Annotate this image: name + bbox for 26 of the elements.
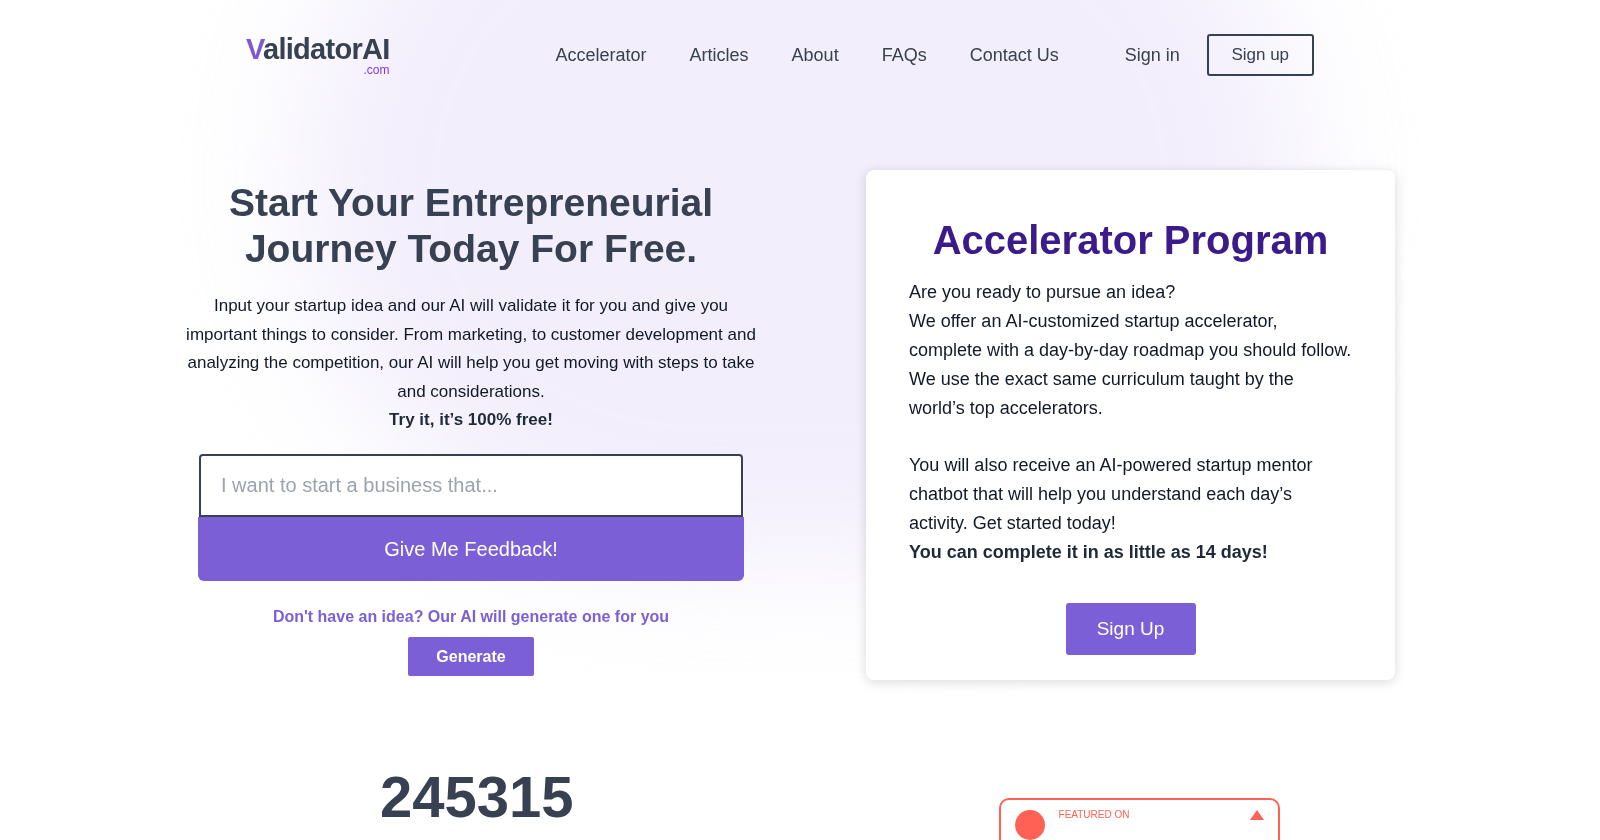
card-title: Accelerator Program [931,220,1330,260]
feedback-button[interactable]: Give Me Feedback! [198,517,744,581]
badge-logo-icon [1014,810,1045,840]
visitor-counter: 245315 [380,768,574,831]
upvote-icon [1249,810,1264,820]
generate-button[interactable]: Generate [408,637,534,676]
card-emphasis: You can complete it in as little as 14 days! [909,541,1269,564]
nav-link[interactable]: Articles [689,41,749,69]
hero-description: Input your startup idea and our AI will validate it for you and give you important things to consider. From marketing, to customer development and analyzing the competition, our AI will help you get moving with steps to take and considerations. [186,295,756,403]
nav-link[interactable]: FAQs [881,41,927,69]
idea-input-field[interactable]: I want to start a business that... [199,454,743,517]
logo-text: ValidatorAI [246,34,390,64]
hero-emphasis: Try it, it’s 100% free! [389,409,553,431]
nav-link[interactable]: Accelerator [555,41,647,69]
hero-title: Start Your Entrepreneurial Journey Today For Free. [228,180,714,272]
card-sign-up-button[interactable]: Sign Up [1065,603,1196,655]
sign-in-link[interactable]: Sign in [1124,41,1180,69]
card-paragraph: You will also receive an AI-powered startup mentor chatbot that will help you understand each day’s activity. Get started today! [909,454,1314,535]
generate-prompt: Don't have an idea? Our AI will generate one for you [272,607,670,627]
sign-up-button[interactable]: Sign up [1206,34,1314,76]
logo[interactable]: ValidatorAI .com [246,34,390,76]
card-paragraph: Are you ready to pursue an idea? We offer an AI-customized startup accelerator, complete with a day-by-day roadmap you should follow. We use the exact same curriculum taught by the world’s top accelerators. [909,281,1352,420]
badge-label: FEATURED ON [1058,810,1130,820]
logo-suffix: .com [363,63,390,76]
nav-link[interactable]: Contact Us [969,41,1059,69]
nav-link[interactable]: About [791,41,839,69]
